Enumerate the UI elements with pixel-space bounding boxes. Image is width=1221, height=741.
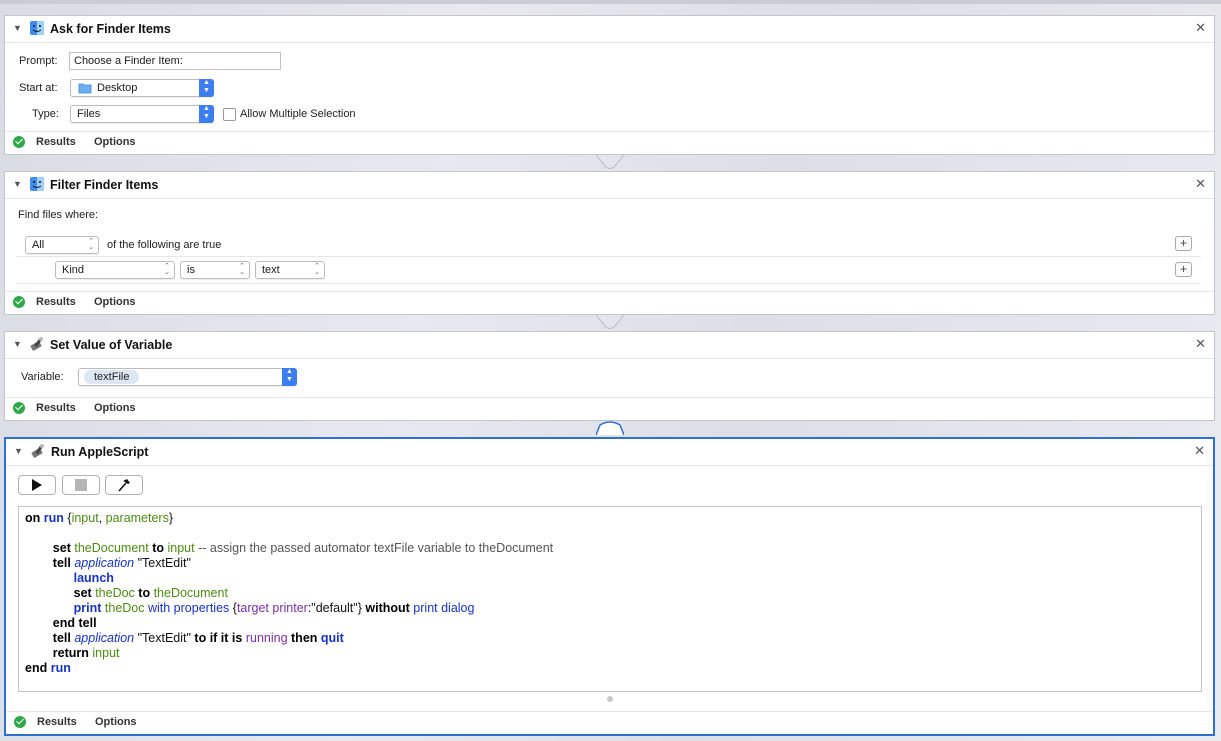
chevron-updown-icon: ▲ ▼ — [282, 368, 297, 386]
action-title: Set Value of Variable — [50, 338, 173, 352]
variable-popup[interactable]: textFile ▲ ▼ — [78, 368, 297, 386]
action-title: Run AppleScript — [51, 445, 149, 459]
add-criterion-button[interactable]: + — [1175, 236, 1192, 251]
checkmark-icon — [14, 716, 26, 728]
action-connector-selected — [596, 421, 624, 435]
action-connector — [596, 155, 624, 169]
results-button[interactable]: Results — [36, 136, 76, 148]
chevron-updown-icon: ⌃ ⌄ — [164, 263, 170, 276]
criteria-value-popup[interactable]: text ⌃ ⌄ — [255, 261, 325, 279]
results-button[interactable]: Results — [36, 402, 76, 414]
find-files-label: Find files where: — [18, 209, 99, 221]
close-icon[interactable]: ✕ — [1195, 336, 1206, 352]
variable-token: textFile — [84, 370, 140, 384]
match-suffix-label: of the following are true — [107, 239, 222, 251]
add-criterion-row-button[interactable]: + — [1175, 262, 1192, 277]
checkmark-icon — [13, 402, 25, 414]
action-connector — [596, 315, 624, 329]
finder-icon — [30, 177, 44, 191]
variable-icon — [30, 337, 43, 351]
criteria-divider — [17, 283, 1201, 284]
checkmark-icon — [13, 296, 25, 308]
results-button[interactable]: Results — [37, 716, 77, 728]
stop-script-button[interactable] — [62, 475, 100, 495]
action-ask-for-finder-items[interactable]: ▼ Ask for Finder Items ✕ Prompt: Choose … — [4, 15, 1215, 155]
finder-icon — [30, 21, 44, 35]
prompt-label: Prompt: — [19, 55, 58, 67]
options-button[interactable]: Options — [94, 296, 136, 308]
start-at-value: Desktop — [97, 82, 138, 94]
action-footer: Results Options — [5, 291, 1214, 314]
chevron-updown-icon: ▲ ▼ — [199, 105, 214, 123]
action-title: Filter Finder Items — [50, 178, 159, 192]
action-footer: Results Options — [5, 397, 1214, 420]
type-popup[interactable]: Files ▲ ▼ — [70, 105, 214, 123]
variable-label: Variable: — [21, 371, 64, 383]
run-script-button[interactable] — [18, 475, 56, 495]
criteria-field-popup[interactable]: Kind ⌃ ⌄ — [55, 261, 175, 279]
chevron-updown-icon: ▲ ▼ — [199, 79, 214, 97]
compile-script-button[interactable] — [105, 475, 143, 495]
action-header: ▼ Ask for Finder Items ✕ — [5, 16, 1214, 43]
criteria-divider — [17, 256, 1201, 257]
play-icon — [32, 479, 42, 491]
disclosure-triangle-icon[interactable]: ▼ — [14, 446, 23, 456]
match-popup[interactable]: All ⌃ ⌄ — [25, 236, 99, 254]
folder-icon — [78, 83, 92, 94]
action-header: ▼ Set Value of Variable ✕ — [5, 332, 1214, 359]
criteria-value: text — [262, 264, 280, 276]
action-run-applescript[interactable]: ▼ Run AppleScript ✕ on run {input, param… — [4, 437, 1215, 736]
type-label: Type: — [32, 108, 59, 120]
disclosure-triangle-icon[interactable]: ▼ — [13, 339, 22, 349]
checkmark-icon — [13, 136, 25, 148]
window-top-strip — [0, 0, 1221, 4]
criteria-field-value: Kind — [62, 264, 85, 276]
action-header: ▼ Filter Finder Items ✕ — [5, 172, 1214, 199]
stop-icon — [75, 479, 87, 491]
close-icon[interactable]: ✕ — [1195, 20, 1206, 36]
script-editor[interactable]: on run {input, parameters} set theDocume… — [18, 506, 1202, 692]
action-set-value-of-variable[interactable]: ▼ Set Value of Variable ✕ Variable: text… — [4, 331, 1215, 421]
allow-multiple-label: Allow Multiple Selection — [240, 108, 356, 120]
applescript-icon — [31, 444, 44, 458]
options-button[interactable]: Options — [94, 402, 136, 414]
disclosure-triangle-icon[interactable]: ▼ — [13, 23, 22, 33]
options-button[interactable]: Options — [94, 136, 136, 148]
prompt-field[interactable]: Choose a Finder Item: — [69, 52, 281, 70]
action-footer: Results Options — [6, 711, 1213, 734]
start-at-popup[interactable]: Desktop ▲ ▼ — [70, 79, 214, 97]
hammer-icon — [118, 479, 130, 492]
action-header: ▼ Run AppleScript ✕ — [6, 439, 1213, 466]
criteria-operator-popup[interactable]: is ⌃ ⌄ — [180, 261, 250, 279]
match-value: All — [32, 239, 45, 251]
options-button[interactable]: Options — [95, 716, 137, 728]
action-filter-finder-items[interactable]: ▼ Filter Finder Items ✕ Find files where… — [4, 171, 1215, 315]
close-icon[interactable]: ✕ — [1194, 443, 1205, 459]
start-at-label: Start at: — [19, 82, 58, 94]
results-button[interactable]: Results — [36, 296, 76, 308]
chevron-updown-icon: ⌃ ⌄ — [314, 263, 320, 276]
chevron-updown-icon: ⌃ ⌄ — [88, 238, 94, 251]
action-title: Ask for Finder Items — [50, 22, 171, 36]
criteria-operator-value: is — [187, 264, 195, 276]
action-footer: Results Options — [5, 131, 1214, 154]
chevron-updown-icon: ⌃ ⌄ — [239, 263, 245, 276]
disclosure-triangle-icon[interactable]: ▼ — [13, 179, 22, 189]
type-value: Files — [77, 108, 101, 120]
allow-multiple-checkbox[interactable] — [223, 108, 236, 121]
resize-handle[interactable] — [607, 696, 613, 702]
close-icon[interactable]: ✕ — [1195, 176, 1206, 192]
